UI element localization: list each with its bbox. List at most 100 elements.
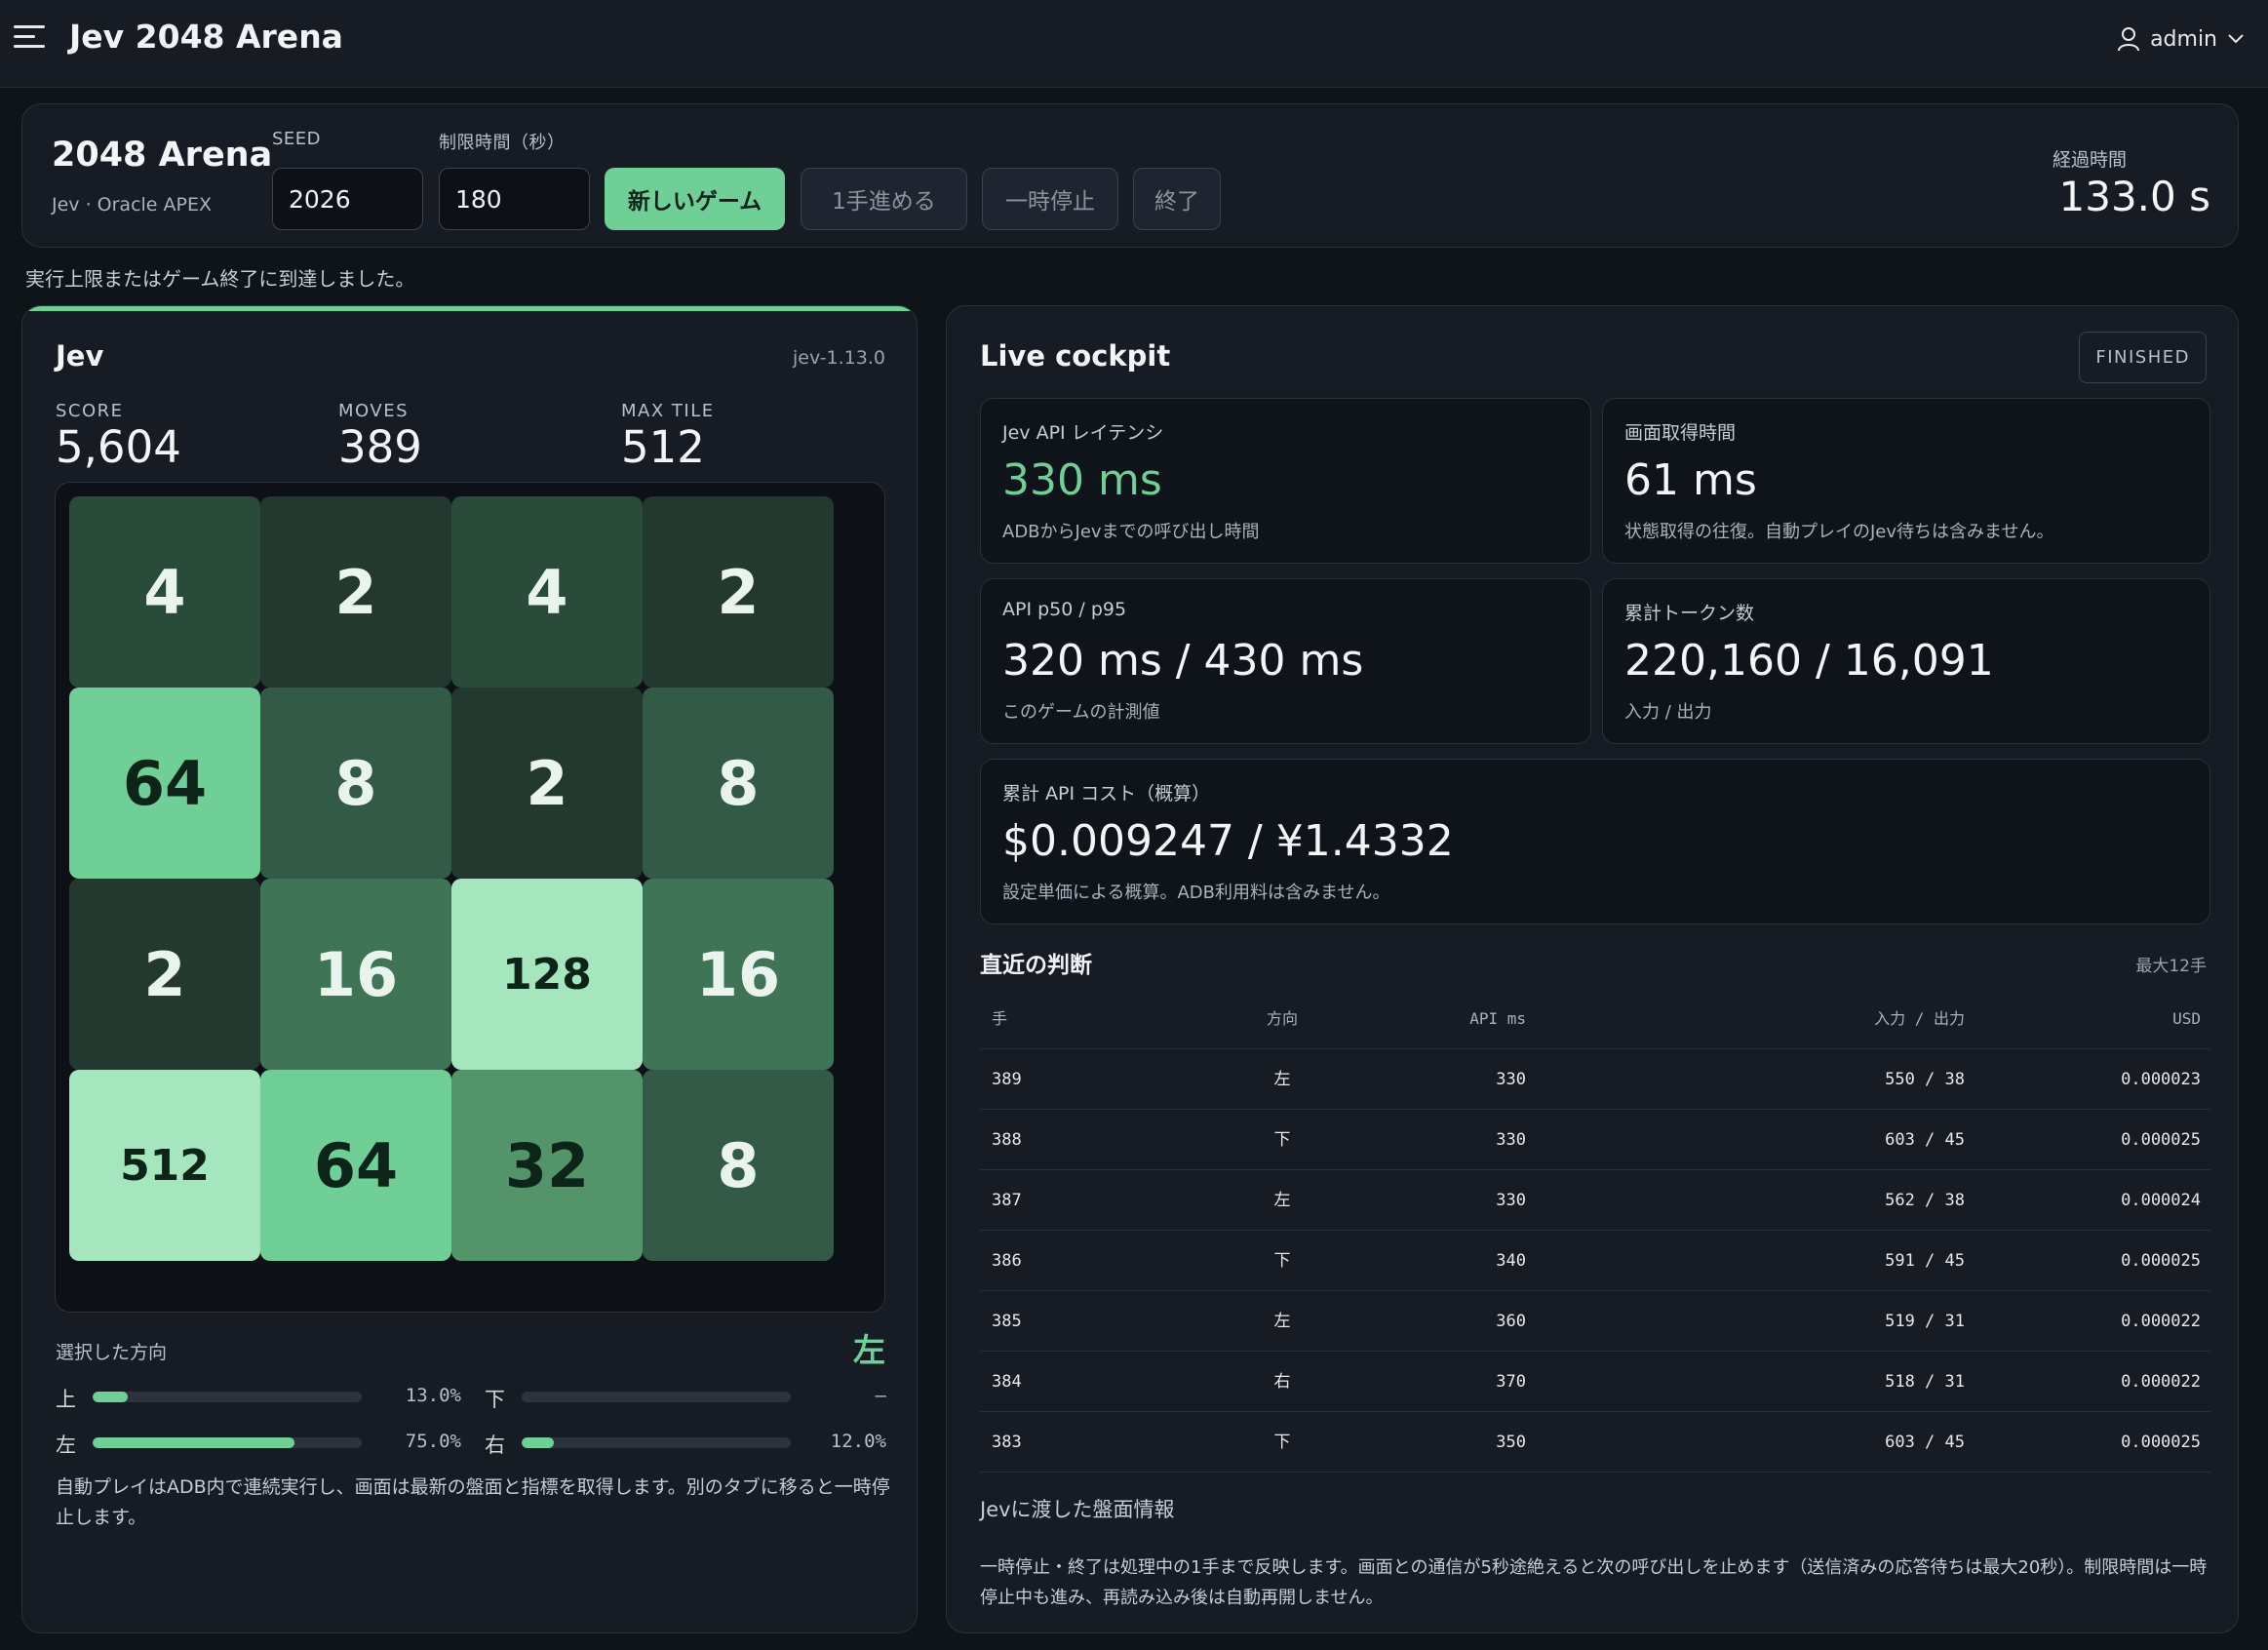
cockpit-card: Live cockpit FINISHED Jev API レイテンシ 330 … <box>946 305 2239 1633</box>
table-cell: 下 <box>1273 1251 1291 1271</box>
tile: 16 <box>260 879 451 1070</box>
column-header: 方向 <box>1266 1009 1298 1028</box>
prob-right-bar <box>522 1437 791 1448</box>
table-cell: 0.000025 <box>2121 1433 2201 1452</box>
metric-value: 61 ms <box>1624 455 1757 505</box>
pause-button[interactable]: 一時停止 <box>982 168 1118 230</box>
prob-left-label: 左 <box>56 1434 76 1457</box>
prob-up-bar <box>93 1392 362 1402</box>
table-cell: 388 <box>992 1130 1022 1150</box>
metric-value: 330 ms <box>1002 455 1162 505</box>
tile: 2 <box>643 496 834 688</box>
table-cell: 518 / 31 <box>1885 1372 1965 1392</box>
board-note: 自動プレイはADB内で連続実行し、画面は最新の盤面と指標を取得します。別のタブに… <box>56 1476 890 1528</box>
table-cell: 350 <box>1496 1433 1526 1452</box>
elapsed-value: 133.0 s <box>2058 173 2210 220</box>
table-cell: 340 <box>1496 1251 1526 1271</box>
metric-note: このゲームの計測値 <box>1002 702 1160 723</box>
time-limit-input[interactable] <box>439 168 590 230</box>
table-cell: 330 <box>1496 1070 1526 1089</box>
selected-direction: 左 <box>853 1331 885 1369</box>
table-cell: 370 <box>1496 1372 1526 1392</box>
board-info-toggle[interactable]: Jevに渡した盤面情報 <box>980 1494 1175 1523</box>
user-name: admin <box>2150 26 2217 52</box>
score-label: SCORE <box>56 401 124 421</box>
player-name: Jev <box>56 339 104 373</box>
table-cell: 左 <box>1273 1312 1291 1331</box>
prob-right-value: 12.0% <box>830 1431 886 1452</box>
prob-fill <box>93 1437 294 1448</box>
max-tile-value: 512 <box>621 421 705 473</box>
table-cell: 603 / 45 <box>1885 1130 1965 1150</box>
table-cell: 0.000025 <box>2121 1251 2201 1271</box>
control-panel: 2048 Arena Jev · Oracle APEX SEED 制限時間（秒… <box>21 103 2239 248</box>
metric-token-count: 累計トークン数 220,160 / 16,091 入力 / 出力 <box>1602 578 2210 744</box>
prob-right-label: 右 <box>485 1434 505 1457</box>
tile: 64 <box>260 1070 451 1261</box>
table-cell: 0.000022 <box>2121 1312 2201 1331</box>
seed-input[interactable] <box>272 168 423 230</box>
metric-label: 累計 API コスト（概算） <box>1002 783 1211 805</box>
metric-api-latency: Jev API レイテンシ 330 ms ADBからJevまでの呼び出し時間 <box>980 398 1591 564</box>
tile: 8 <box>643 688 834 879</box>
table-cell: 左 <box>1273 1191 1291 1210</box>
recent-decisions-title: 直近の判断 <box>980 953 1092 978</box>
table-cell: 330 <box>1496 1191 1526 1210</box>
tile: 64 <box>69 688 260 879</box>
tile: 8 <box>260 688 451 879</box>
table-cell: 0.000022 <box>2121 1372 2201 1392</box>
table-row: 386 下 340 591 / 45 0.000025 <box>980 1231 2210 1291</box>
metric-label: 累計トークン数 <box>1624 603 1755 624</box>
end-button[interactable]: 終了 <box>1133 168 1221 230</box>
metric-api-percentiles: API p50 / p95 320 ms / 430 ms このゲームの計測値 <box>980 578 1591 744</box>
tile: 2 <box>69 879 260 1070</box>
table-cell: 562 / 38 <box>1885 1191 1965 1210</box>
metric-value: 320 ms / 430 ms <box>1002 636 1364 686</box>
tile: 512 <box>69 1070 260 1261</box>
metric-api-cost: 累計 API コスト（概算） $0.009247 / ¥1.4332 設定単価に… <box>980 759 2210 924</box>
recent-decisions-hint: 最大12手 <box>2135 957 2207 976</box>
new-game-button[interactable]: 新しいゲーム <box>605 168 785 230</box>
user-icon <box>2118 27 2140 52</box>
column-header: 手 <box>992 1009 1008 1028</box>
table-row: 385 左 360 519 / 31 0.000022 <box>980 1291 2210 1352</box>
step-button[interactable]: 1手進める <box>801 168 967 230</box>
prob-down-value: — <box>875 1385 886 1406</box>
table-cell: 右 <box>1273 1372 1291 1392</box>
tile: 2 <box>451 688 643 879</box>
column-header: API ms <box>1469 1009 1526 1028</box>
app-title: Jev 2048 Arena <box>69 18 343 56</box>
board-card: Jev jev-1.13.0 SCORE 5,604 MOVES 389 MAX… <box>21 305 918 1633</box>
table-cell: 330 <box>1496 1130 1526 1150</box>
metric-note: 入力 / 出力 <box>1624 702 1712 723</box>
status-notice: 実行上限またはゲーム終了に到達しました。 <box>25 267 415 291</box>
metric-label: Jev API レイテンシ <box>1002 422 1164 444</box>
tile: 16 <box>643 879 834 1070</box>
table-cell: 387 <box>992 1191 1022 1210</box>
table-row: 387 左 330 562 / 38 0.000024 <box>980 1170 2210 1231</box>
metric-screen-time: 画面取得時間 61 ms 状態取得の往復。自動プレイのJev待ちは含みません。 <box>1602 398 2210 564</box>
time-limit-label: 制限時間（秒） <box>439 133 566 153</box>
top-bar: Jev 2048 Arena admin <box>0 0 2268 88</box>
prob-up-value: 13.0% <box>405 1385 461 1406</box>
seed-label: SEED <box>272 129 322 149</box>
table-cell: 603 / 45 <box>1885 1433 1965 1452</box>
tile: 2 <box>260 496 451 688</box>
menu-icon[interactable] <box>14 25 45 49</box>
table-cell: 385 <box>992 1312 1022 1331</box>
prob-fill <box>522 1437 555 1448</box>
status-badge: FINISHED <box>2079 332 2207 383</box>
user-menu[interactable]: admin <box>2117 21 2245 57</box>
table-cell: 0.000024 <box>2121 1191 2201 1210</box>
table-cell: 360 <box>1496 1312 1526 1331</box>
elapsed-label: 経過時間 <box>2052 149 2127 171</box>
table-cell: 下 <box>1273 1130 1291 1150</box>
prob-down-bar <box>522 1392 791 1402</box>
prob-left-value: 75.0% <box>405 1431 461 1452</box>
score-value: 5,604 <box>56 421 181 473</box>
prob-up-label: 上 <box>56 1388 76 1411</box>
metric-note: ADBからJevまでの呼び出し時間 <box>1002 522 1260 542</box>
table-cell: 383 <box>992 1433 1022 1452</box>
version-label: jev-1.13.0 <box>793 347 885 369</box>
column-header: USD <box>2172 1009 2201 1028</box>
